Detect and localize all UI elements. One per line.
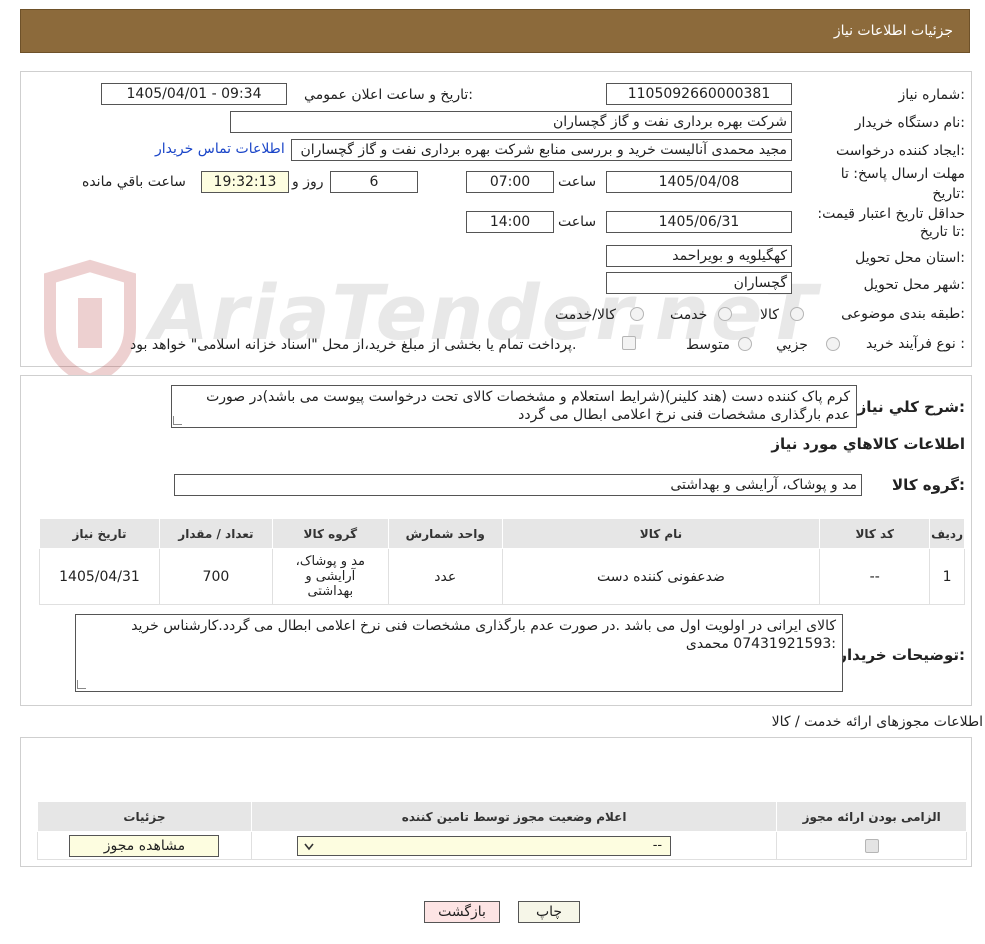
treasury-note: پرداخت تمام یا بخشی از مبلغ خرید،از محل … xyxy=(130,337,577,353)
price-time-field: 14:00 xyxy=(466,211,554,233)
col-code: کد کالا xyxy=(819,518,931,549)
summary-label: شرح کلي نياز: xyxy=(857,398,965,416)
col-group: گروه کالا xyxy=(271,518,389,549)
price-validity-label: حداقل تاريخ اعتبار قيمت: تا تاریخ: xyxy=(817,206,965,240)
process-minor-label: جزيي xyxy=(776,337,808,353)
buyer-notes-label: توضيحات خريدار: xyxy=(838,646,965,664)
reply-deadline-label: مهلت ارسال پاسخ: تا تاریخ: xyxy=(840,166,965,202)
days-field: 6 xyxy=(330,171,418,193)
days-label: روز و xyxy=(292,174,324,190)
need-number-label: شماره نیاز: xyxy=(898,87,965,103)
category-goods-service-radio[interactable] xyxy=(630,307,644,321)
chevron-down-icon xyxy=(304,843,314,850)
reply-time-field: 07:00 xyxy=(466,171,554,193)
price-time-label: ساعت xyxy=(558,214,597,230)
permits-table-header: الزامی بودن ارائه مجوز اعلام وضعیت مجوز … xyxy=(37,801,967,832)
process-medium-radio[interactable] xyxy=(738,337,752,351)
select-value: -- xyxy=(652,837,663,853)
back-button[interactable]: بازگشت xyxy=(424,901,500,923)
col-unit: واحد شمارش xyxy=(387,518,503,549)
cell-group: مد و پوشاک، آرایشی و بهداشتی xyxy=(271,548,389,605)
price-date-field: 1405/06/31 xyxy=(606,211,792,233)
buyer-org-label: نام دستگاه خريدار: xyxy=(854,115,965,131)
remaining-time-field: 19:32:13 xyxy=(201,171,289,193)
cell-date: 1405/04/31 xyxy=(39,548,160,605)
table-row: 1 -- ضدعفونی کننده دست عدد مد و پوشاک، آ… xyxy=(39,548,965,605)
creator-label: ايجاد کننده درخواست: xyxy=(836,143,965,159)
city-label: شهر محل تحويل: xyxy=(863,277,965,293)
cell-code: -- xyxy=(819,548,931,605)
permit-required-cell xyxy=(776,831,967,860)
goods-info-title: اطلاعات کالاهاي مورد نياز xyxy=(771,435,965,453)
goods-table-header: رديف کد کالا نام کالا واحد شمارش گروه کا… xyxy=(39,518,965,549)
notes-resize-icon[interactable] xyxy=(77,680,86,689)
col-date: تاريخ نياز xyxy=(39,518,160,549)
page-header: جزئیات اطلاعات نیاز xyxy=(20,9,970,53)
buyer-contact-link[interactable]: اطلاعات تماس خريدار xyxy=(155,141,285,157)
permits-section-title: اطلاعات مجوزهای ارائه خدمت / کالا xyxy=(771,714,983,730)
reply-time-label: ساعت xyxy=(558,174,597,190)
goods-group-field: مد و پوشاک، آرایشی و بهداشتی xyxy=(174,474,862,496)
page-title: جزئیات اطلاعات نیاز xyxy=(833,23,953,39)
col-quantity: تعداد / مقدار xyxy=(158,518,273,549)
need-number-field: 1105092660000381 xyxy=(606,83,792,105)
cell-unit: عدد xyxy=(387,548,503,605)
process-label: نوع فرآيند خريد : xyxy=(866,336,965,352)
print-button[interactable]: چاپ xyxy=(518,901,580,923)
buyer-org-field: شرکت بهره برداری نفت و گاز گچساران xyxy=(230,111,792,133)
province-field: کهگیلویه و بویراحمد xyxy=(606,245,792,267)
summary-textarea[interactable]: کرم پاک کننده دست (هند کلینر)(شرایط استع… xyxy=(171,385,857,428)
announce-label: تاریخ و ساعت اعلان عمومي: xyxy=(304,87,473,103)
city-field: گچساران xyxy=(606,272,792,294)
cell-name: ضدعفونی کننده دست xyxy=(501,548,821,605)
permits-table: الزامی بودن ارائه مجوز اعلام وضعیت مجوز … xyxy=(37,801,967,860)
remaining-label: ساعت باقي مانده xyxy=(82,174,186,190)
process-minor-radio[interactable] xyxy=(826,337,840,351)
permits-row: -- مشاهده مجوز xyxy=(37,831,967,860)
col-name: نام کالا xyxy=(501,518,821,549)
category-goods-label: کالا xyxy=(760,307,779,323)
permit-status-select[interactable]: -- xyxy=(297,835,672,856)
process-medium-label: متوسط xyxy=(686,337,730,353)
permit-required-checkbox xyxy=(864,838,879,853)
reply-date-field: 1405/04/08 xyxy=(606,171,792,193)
category-service-radio[interactable] xyxy=(718,307,732,321)
goods-table: رديف کد کالا نام کالا واحد شمارش گروه کا… xyxy=(39,518,965,605)
category-goods-radio[interactable] xyxy=(790,307,804,321)
buyer-notes-textarea[interactable]: کالای ایرانی در اولویت اول می باشد .در ص… xyxy=(75,614,843,692)
col-permit-details: جزئیات xyxy=(37,801,252,832)
permit-details-cell: مشاهده مجوز xyxy=(37,831,252,860)
col-row: رديف xyxy=(929,518,965,549)
col-permit-status: اعلام وضعیت مجوز توسط تامین کننده xyxy=(250,801,778,832)
treasury-checkbox[interactable] xyxy=(622,336,636,350)
category-service-label: خدمت xyxy=(670,307,708,323)
announce-field: 1405/04/01 - 09:34 xyxy=(101,83,287,105)
province-label: استان محل تحويل: xyxy=(855,250,965,266)
goods-group-label: گروه کالا: xyxy=(892,476,965,494)
col-permit-required: الزامی بودن ارائه مجوز xyxy=(776,801,967,832)
cell-row: 1 xyxy=(929,548,965,605)
view-permit-button[interactable]: مشاهده مجوز xyxy=(69,834,220,857)
category-label: طبقه بندی موضوعی: xyxy=(841,306,965,322)
permit-status-cell: -- xyxy=(250,831,778,860)
creator-field: مجید محمدی آنالیست خرید و بررسی منابع شر… xyxy=(291,139,792,161)
category-goods-service-label: کالا/خدمت xyxy=(555,307,616,323)
summary-resize-icon[interactable] xyxy=(173,416,182,425)
cell-quantity: 700 xyxy=(158,548,273,605)
